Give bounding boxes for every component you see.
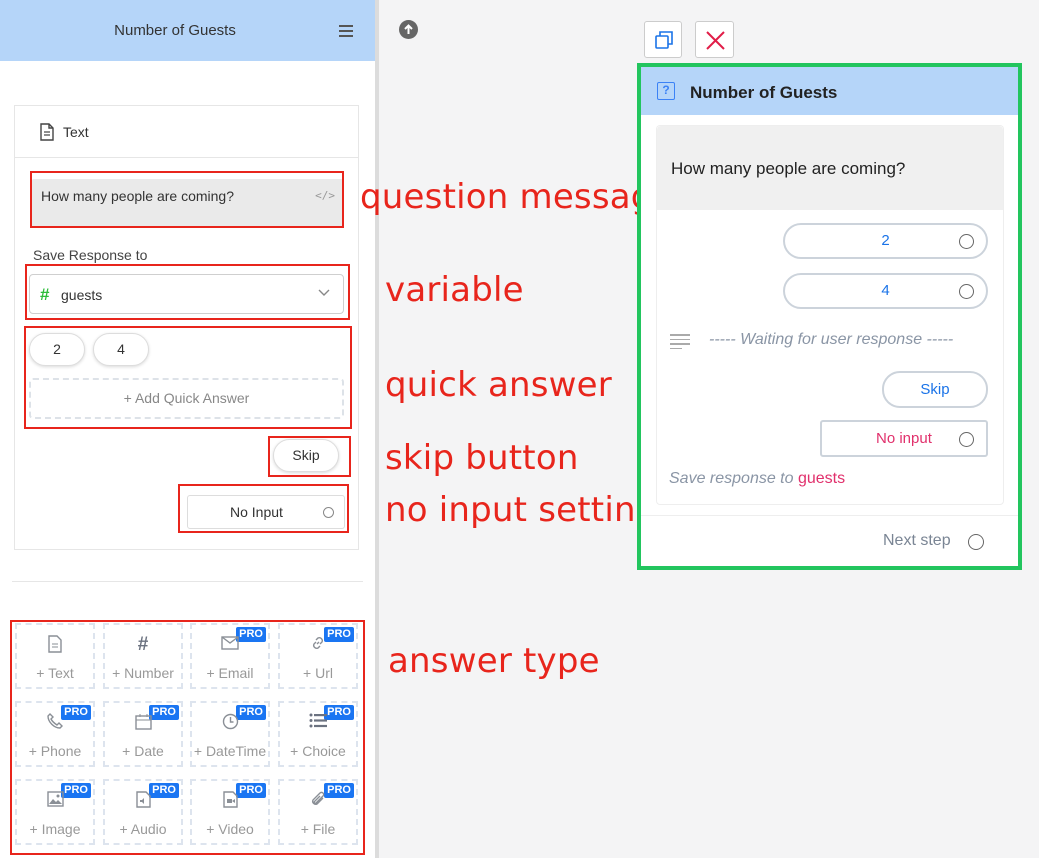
arrow-up-circle-icon[interactable] xyxy=(399,20,418,39)
connector-circle-icon[interactable] xyxy=(959,432,974,447)
annotation-box-answer-type xyxy=(10,620,365,855)
help-icon: ? xyxy=(657,82,675,100)
annotation-answer-type: answer type xyxy=(388,641,600,681)
annotation-variable: variable xyxy=(385,270,524,310)
preview-message-body: How many people are coming? 2 4 ----- Wa… xyxy=(656,125,1004,505)
annotation-box-no-input xyxy=(178,484,349,533)
panel-title: Number of Guests xyxy=(114,22,236,39)
preview-title: Number of Guests xyxy=(690,83,838,102)
waiting-text: ----- Waiting for user response ----- xyxy=(709,331,954,348)
annotation-box-question xyxy=(30,171,344,228)
preview-question-text: How many people are coming? xyxy=(671,159,906,178)
preview-question-bubble: How many people are coming? xyxy=(657,126,1003,210)
tab-label: Text xyxy=(63,124,89,140)
preview-quick-answer[interactable]: 2 xyxy=(783,223,988,259)
next-step-label: Next step xyxy=(883,532,951,549)
text-lines-icon xyxy=(670,334,690,349)
tab-text[interactable]: Text xyxy=(15,106,358,158)
annotation-skip-button: skip button xyxy=(385,438,579,478)
preview-header: ? Number of Guests xyxy=(641,67,1018,115)
chip-label: 4 xyxy=(881,282,890,299)
save-response-variable: guests xyxy=(797,470,846,487)
preview-skip-button[interactable]: Skip xyxy=(882,371,988,408)
divider xyxy=(12,581,363,582)
save-response-label: Save response to xyxy=(669,470,794,487)
connector-circle-icon[interactable] xyxy=(959,234,974,249)
preview-quick-answer[interactable]: 4 xyxy=(783,273,988,309)
annotation-quick-answer: quick answer xyxy=(385,365,612,405)
preview-node-card[interactable]: ? Number of Guests How many people are c… xyxy=(637,63,1022,570)
annotation-question-message: question message xyxy=(360,177,674,217)
left-header: Number of Guests xyxy=(0,0,375,61)
close-icon xyxy=(706,31,725,50)
annotation-no-input-setting: no input setting xyxy=(385,490,658,530)
copy-icon xyxy=(655,31,673,49)
chip-label: 2 xyxy=(881,232,890,249)
save-response-row: Save response to guests xyxy=(669,470,845,488)
annotation-box-variable xyxy=(25,264,350,320)
no-input-label: No input xyxy=(876,430,932,447)
save-response-label: Save Response to xyxy=(33,247,148,263)
connector-circle-icon[interactable] xyxy=(959,284,974,299)
document-icon xyxy=(40,123,54,141)
menu-icon[interactable] xyxy=(339,25,353,37)
delete-button[interactable] xyxy=(695,21,734,58)
connector-circle-icon[interactable] xyxy=(968,534,984,550)
annotation-box-skip xyxy=(268,436,351,477)
divider xyxy=(641,515,1018,516)
panel-divider[interactable] xyxy=(375,0,379,858)
preview-no-input[interactable]: No input xyxy=(820,420,988,457)
duplicate-button[interactable] xyxy=(644,21,682,58)
annotation-box-quick-answer xyxy=(24,326,352,429)
